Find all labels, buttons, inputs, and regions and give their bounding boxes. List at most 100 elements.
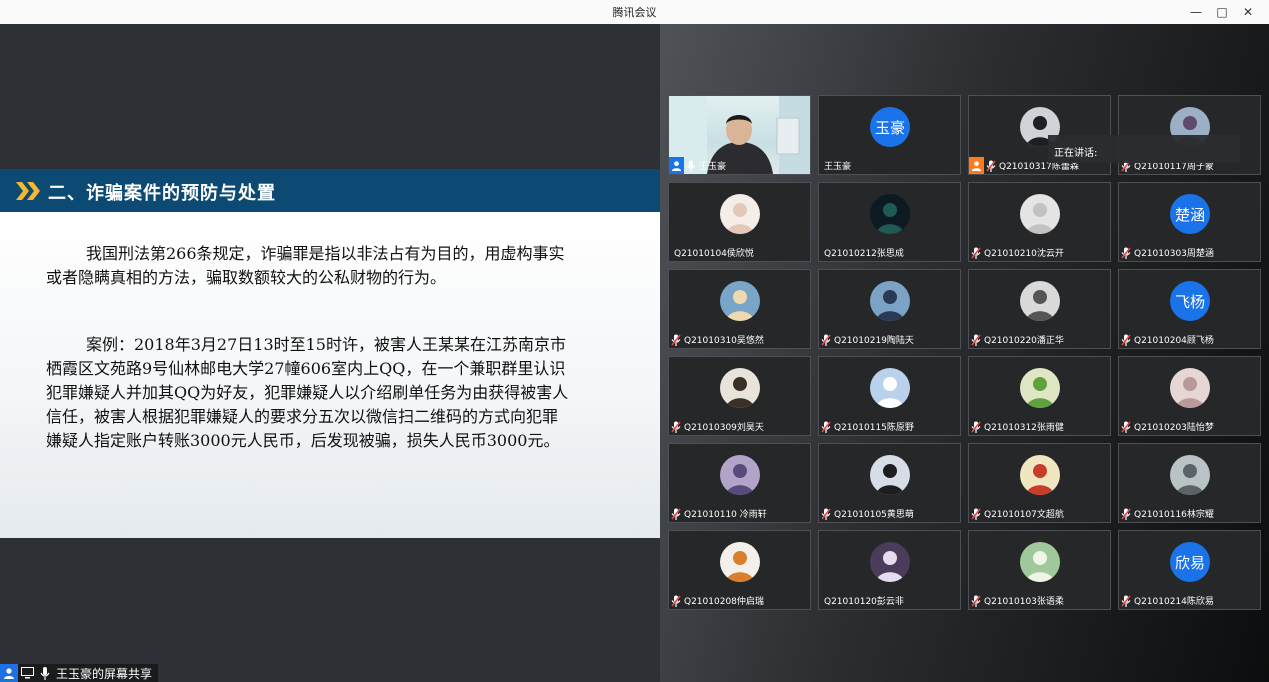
participant-name: Q21010104侯欣悦 [674,249,754,259]
participant-name-bar: Q21010120彭云非 [819,592,960,609]
participant-name: Q21010303周楚涵 [1134,249,1214,259]
participant-name: Q21010203陆怡梦 [1134,423,1214,433]
microphone-muted-icon [1119,331,1133,348]
participant-name-bar: Q21010210沈云开 [969,244,1110,261]
avatar-initials: 楚涵 [1174,205,1205,224]
avatar-image [726,203,754,234]
screen-share-view[interactable]: 二、诈骗案件的预防与处置 我国刑法第266条规定，诈骗罪是指以非法占有为目的，用… [0,24,660,682]
microphone-muted-icon [669,331,683,348]
participant-tile[interactable]: Q21010115陈原野 [818,356,961,436]
participant-tile[interactable]: 飞杨 Q21010204顾飞杨 [1118,269,1261,349]
participant-tile[interactable]: 玉豪王玉豪 [818,95,961,175]
avatar-image [876,377,904,408]
microphone-muted-icon [819,331,833,348]
avatar-image [876,203,904,234]
participant-name-bar: Q21010115陈原野 [819,418,960,435]
participant-tile[interactable]: Q21010309刘昊天 [668,356,811,436]
participant-avatar [870,455,910,495]
avatar-image [876,551,904,582]
participant-name: Q21010120彭云非 [824,597,904,607]
avatar-image [876,464,904,495]
participant-name-bar: Q21010303周楚涵 [1119,244,1260,261]
participant-avatar [720,368,760,408]
participant-name-bar: 王玉豪 [819,157,960,174]
microphone-muted-icon [969,505,983,522]
participant-name-bar: Q21010105黄思萌 [819,505,960,522]
participant-name-bar: Q21010107文超航 [969,505,1110,522]
microphone-muted-icon [669,418,683,435]
screen-share-label: 王玉豪的屏幕共享 [56,666,153,681]
participant-avatar [720,542,760,582]
participant-name: Q21010212张思成 [824,249,904,259]
participant-avatar [1020,542,1060,582]
avatar-initials: 欣易 [1174,553,1205,572]
participant-tile[interactable]: Q21010110 冷雨轩 [668,443,811,523]
avatar-image [1176,377,1204,408]
microphone-muted-icon [669,592,683,609]
participant-tile[interactable]: Q21010120彭云非 [818,530,961,610]
microphone-muted-icon [1119,418,1133,435]
participant-tile[interactable]: Q21010220潘正华 [968,269,1111,349]
participant-tile[interactable]: Q21010210沈云开 [968,182,1111,262]
participant-name-bar: Q21010220潘正华 [969,331,1110,348]
participant-name: Q21010214陈欣易 [1134,597,1214,607]
participant-avatar [720,281,760,321]
microphone-icon [36,664,54,682]
participant-avatar [720,455,760,495]
slide-header: 二、诈骗案件的预防与处置 [0,169,660,212]
participant-tile[interactable]: Q21010107文超航 [968,443,1111,523]
chevron-right-icon [16,182,40,200]
participant-name: Q21010103张语柔 [984,597,1064,607]
participant-tile[interactable]: Q21010103张语柔 [968,530,1111,610]
screen-share-footer: 王玉豪的屏幕共享 [0,664,159,682]
avatar-image [1026,290,1054,321]
participant-tile[interactable]: 楚涵 Q21010303周楚涵 [1118,182,1261,262]
participant-tile[interactable]: 王玉豪 [668,95,811,175]
participant-tile[interactable]: Q21010104侯欣悦 [668,182,811,262]
participant-name-bar: Q21010208仲启瑞 [669,592,810,609]
avatar-initials: 玉豪 [874,118,905,137]
avatar-image [726,464,754,495]
microphone-muted-icon [1119,592,1133,609]
user-icon [669,157,684,174]
avatar-image [726,377,754,408]
avatar-image [1026,377,1054,408]
participant-avatar [720,194,760,234]
participant-name: 王玉豪 [824,162,852,172]
participant-tile[interactable]: Q21010219陶陆天 [818,269,961,349]
participant-name: Q21010115陈原野 [834,423,914,433]
participant-name: Q21010107文超航 [984,510,1064,520]
participant-tile[interactable]: Q21010310吴悠然 [668,269,811,349]
participant-name-bar: Q21010104侯欣悦 [669,244,810,261]
slide-paragraph-law: 我国刑法第266条规定，诈骗罪是指以非法占有为目的，用虚构事实或者隐瞒真相的方法… [46,244,565,287]
participant-name-bar: Q21010212张思成 [819,244,960,261]
microphone-muted-icon [819,505,833,522]
avatar-initials: 飞杨 [1174,292,1205,311]
participant-tile[interactable]: Q21010116林宗耀 [1118,443,1261,523]
participant-name-bar: Q21010204顾飞杨 [1119,331,1260,348]
minimize-icon[interactable]: — [1183,2,1209,22]
avatar-image [1026,464,1054,495]
participant-name: Q21010312张雨健 [984,423,1064,433]
participant-name: Q21010309刘昊天 [684,423,764,433]
participant-avatar: 玉豪 [870,107,910,147]
maximize-icon[interactable]: □ [1209,2,1235,22]
participant-name: Q21010220潘正华 [984,336,1064,346]
window-title: 腾讯会议 [612,6,657,19]
close-icon[interactable]: ✕ [1235,2,1261,22]
speaking-label: 正在讲话: [1054,148,1098,159]
participant-tile[interactable]: Q21010212张思成 [818,182,961,262]
participant-avatar [1170,368,1210,408]
participant-tile[interactable]: Q21010208仲启瑞 [668,530,811,610]
participant-name-bar: Q21010103张语柔 [969,592,1110,609]
participant-tile[interactable]: Q21010105黄思萌 [818,443,961,523]
microphone-muted-icon [969,244,983,261]
window-controls: — □ ✕ [1183,2,1261,22]
participant-tile[interactable]: Q21010312张雨健 [968,356,1111,436]
participant-tile[interactable]: 欣易 Q21010214陈欣易 [1118,530,1261,610]
participant-avatar [870,542,910,582]
participant-tile[interactable]: Q21010203陆怡梦 [1118,356,1261,436]
participant-avatar [1020,455,1060,495]
participant-avatar [870,368,910,408]
participant-name: Q21010208仲启瑞 [684,597,764,607]
